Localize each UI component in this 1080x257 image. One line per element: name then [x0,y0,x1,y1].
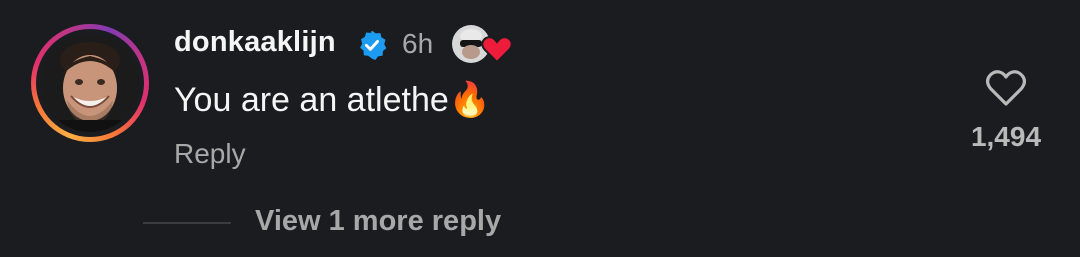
comment-text: You are an atlethe🔥 [174,80,491,120]
comment-body: You are an atlethe [174,81,449,119]
comment-timestamp: 6h [402,28,434,59]
creator-liked-heart-icon [452,25,513,64]
avatar-story-ring[interactable] [31,24,149,142]
replies-divider [143,222,231,224]
avatar-photo [41,34,139,132]
view-more-replies-button[interactable]: View 1 more reply [255,205,501,238]
like-count: 1,494 [970,121,1042,152]
reply-button[interactable]: Reply [174,138,246,170]
comment-item: donkaaklijn 6h You are an atlethe🔥 Reply… [0,0,1080,257]
fire-emoji: 🔥 [448,81,492,119]
avatar[interactable] [41,34,139,132]
verified-badge-icon [360,30,387,61]
heart-outline-icon[interactable] [985,68,1027,108]
username[interactable]: donkaaklijn [174,26,336,59]
